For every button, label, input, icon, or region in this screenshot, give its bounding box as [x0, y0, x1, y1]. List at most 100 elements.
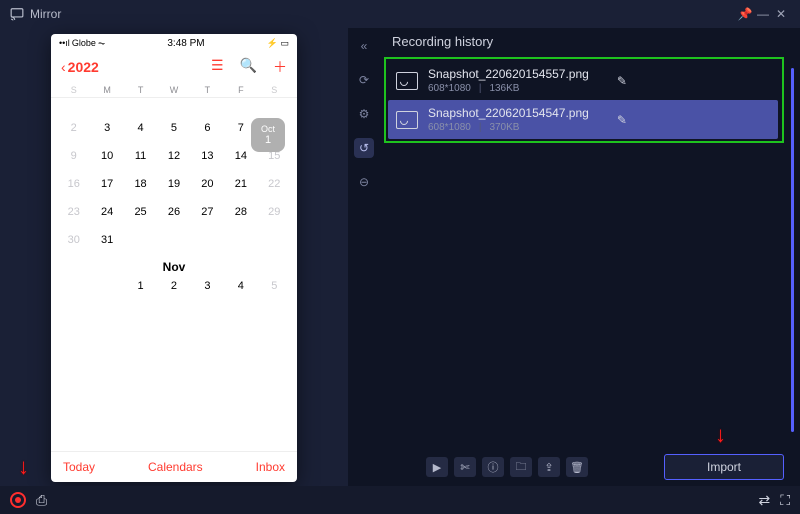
file-meta: 608*1080|370KB: [428, 122, 589, 133]
calendar-day[interactable]: 16: [57, 178, 90, 190]
calendar-day[interactable]: 3: [191, 280, 224, 292]
scrollbar[interactable]: [791, 68, 794, 432]
info-icon[interactable]: ⓘ: [482, 457, 504, 477]
phone-mirror-pane: ••ıl Globe ⏦ 3:48 PM ⚡ ▭ ‹ 2022 ☰ 🔍 ＋ SM…: [0, 28, 348, 486]
calendar-day: [258, 234, 291, 246]
month-november: Nov 12345: [51, 250, 297, 296]
file-name: Snapshot_220620154557.png: [428, 67, 589, 81]
calendar-day[interactable]: 25: [124, 206, 157, 218]
list-view-icon[interactable]: ☰: [211, 57, 224, 77]
file-row[interactable]: Snapshot_220620154557.png 608*1080|136KB…: [388, 61, 778, 100]
calendar-day[interactable]: 30: [57, 234, 90, 246]
calendar-day[interactable]: 1: [124, 280, 157, 292]
calendar-day[interactable]: 9: [57, 150, 90, 162]
phone-screen[interactable]: ••ıl Globe ⏦ 3:48 PM ⚡ ▭ ‹ 2022 ☰ 🔍 ＋ SM…: [51, 34, 297, 482]
calendar-day: [124, 234, 157, 246]
calendar-day[interactable]: 18: [124, 178, 157, 190]
calendar-day[interactable]: 31: [90, 234, 123, 246]
calendar-day[interactable]: 5: [157, 122, 190, 134]
calendar-day[interactable]: 29: [258, 206, 291, 218]
cut-icon[interactable]: ✄: [454, 457, 476, 477]
calendar-day[interactable]: 21: [224, 178, 257, 190]
calendar-day[interactable]: 4: [224, 280, 257, 292]
calendar-day[interactable]: 13: [191, 150, 224, 162]
close-button[interactable]: ✕: [772, 7, 790, 21]
calendar-day[interactable]: 10: [90, 150, 123, 162]
cast-icon: [10, 7, 24, 21]
calendar-day: [57, 280, 90, 292]
calendar-day[interactable]: 17: [90, 178, 123, 190]
play-icon[interactable]: ▶: [426, 457, 448, 477]
calendar-day[interactable]: 23: [57, 206, 90, 218]
calendar-day[interactable]: 6: [191, 122, 224, 134]
refresh-icon[interactable]: ⟳: [354, 70, 374, 90]
calendar-day[interactable]: 3: [90, 122, 123, 134]
calendar-day[interactable]: 19: [157, 178, 190, 190]
calendar-header: ‹ 2022 ☰ 🔍 ＋: [51, 53, 297, 83]
snapshot-button[interactable]: ⎙: [36, 492, 47, 509]
settings-icon[interactable]: ⚙: [354, 104, 374, 124]
add-event-icon[interactable]: ＋: [273, 57, 287, 77]
calendar-day: [90, 280, 123, 292]
month-label-nov: Nov: [57, 260, 291, 274]
adjust-icon[interactable]: ⇄: [758, 492, 770, 509]
action-toolbar: ▶ ✄ ⓘ 🗀 ⇪ 🗑 Import: [426, 454, 784, 480]
month-badge-oct[interactable]: Oct 1: [251, 118, 285, 152]
image-thumb-icon: [396, 72, 418, 90]
app-title: Mirror: [30, 7, 61, 21]
calendar-day[interactable]: 14: [224, 150, 257, 162]
calendar-day[interactable]: 28: [224, 206, 257, 218]
minus-icon[interactable]: ⊖: [354, 172, 374, 192]
calendar-day[interactable]: 26: [157, 206, 190, 218]
weekday-header: SMTWTFS: [51, 83, 297, 98]
calendar-day[interactable]: 20: [191, 178, 224, 190]
inbox-button[interactable]: Inbox: [256, 460, 285, 474]
calendar-day[interactable]: 11: [124, 150, 157, 162]
calendar-day[interactable]: 27: [191, 206, 224, 218]
minimize-button[interactable]: ―: [754, 7, 772, 21]
collapse-icon[interactable]: «: [354, 36, 374, 56]
file-name: Snapshot_220620154547.png: [428, 106, 589, 120]
titlebar: Mirror 📌 ― ✕: [0, 0, 800, 28]
history-icon[interactable]: ↺: [354, 138, 374, 158]
image-thumb-icon: [396, 111, 418, 129]
badge-day: 1: [265, 134, 271, 146]
calendar-footer: Today Calendars Inbox: [51, 451, 297, 482]
calendar-day[interactable]: 12: [157, 150, 190, 162]
signal-icon: ••ıl Globe ⏦: [59, 38, 105, 49]
calendar-day[interactable]: 2: [157, 280, 190, 292]
calendars-button[interactable]: Calendars: [148, 460, 203, 474]
share-icon[interactable]: ⇪: [538, 457, 560, 477]
highlight-box: Snapshot_220620154557.png 608*1080|136KB…: [384, 57, 784, 143]
right-panel: « ⟳ ⚙ ↺ ⊖ Recording history Snapshot_220…: [348, 28, 800, 486]
folder-icon[interactable]: 🗀: [510, 457, 532, 477]
calendar-day[interactable]: 4: [124, 122, 157, 134]
delete-icon[interactable]: 🗑: [566, 457, 588, 477]
pin-button[interactable]: 📌: [736, 7, 754, 21]
history-title: Recording history: [392, 34, 784, 49]
year-back-button[interactable]: ‹ 2022: [61, 59, 99, 75]
record-button[interactable]: [10, 492, 26, 508]
edit-icon[interactable]: ✎: [617, 113, 627, 127]
calendar-day: [191, 234, 224, 246]
battery-icon: ⚡ ▭: [267, 38, 289, 49]
recording-history: Recording history Snapshot_220620154557.…: [380, 28, 800, 486]
file-meta: 608*1080|136KB: [428, 83, 589, 94]
today-button[interactable]: Today: [63, 460, 95, 474]
calendar-day[interactable]: 5: [258, 280, 291, 292]
calendar-day: [224, 234, 257, 246]
search-icon[interactable]: 🔍: [240, 57, 257, 77]
app-logo: Mirror: [10, 7, 61, 21]
bottombar: ⎙ ⇄ ⛶: [0, 486, 800, 514]
calendar-day[interactable]: 22: [258, 178, 291, 190]
calendar-day[interactable]: 2: [57, 122, 90, 134]
badge-month: Oct: [261, 124, 275, 134]
edit-icon[interactable]: ✎: [617, 74, 627, 88]
import-button[interactable]: Import: [664, 454, 784, 480]
phone-statusbar: ••ıl Globe ⏦ 3:48 PM ⚡ ▭: [51, 34, 297, 53]
status-time: 3:48 PM: [167, 38, 204, 49]
fullscreen-icon[interactable]: ⛶: [780, 492, 790, 509]
calendar-day: [157, 234, 190, 246]
calendar-day[interactable]: 24: [90, 206, 123, 218]
file-row[interactable]: Snapshot_220620154547.png 608*1080|370KB…: [388, 100, 778, 139]
